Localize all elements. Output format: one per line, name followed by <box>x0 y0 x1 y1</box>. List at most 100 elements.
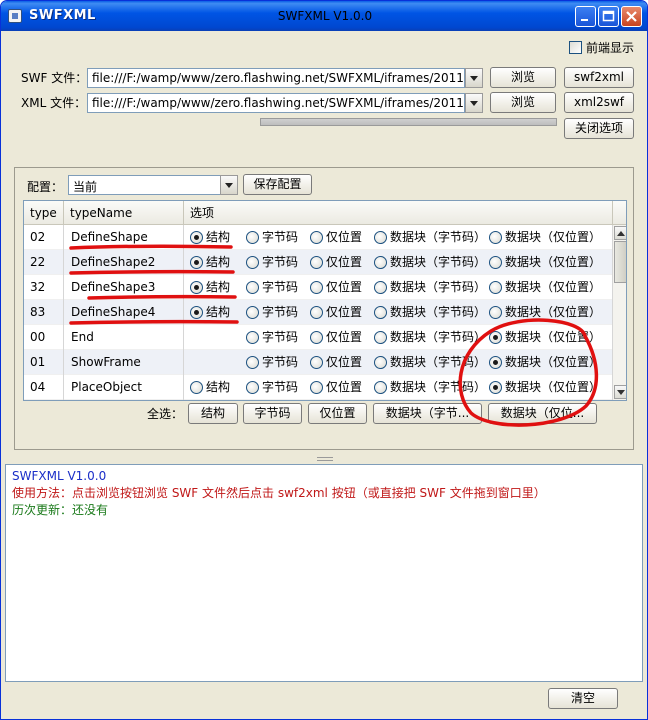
option-radio[interactable] <box>310 281 323 294</box>
option-radio[interactable] <box>489 256 502 269</box>
option-label[interactable]: 数据块（仅位置） <box>505 225 601 250</box>
table-row[interactable]: 01 ShowFrame 字节码 仅位置 数据块（字节码） 数据块（仅位置） <box>24 350 612 375</box>
option-radio[interactable] <box>190 381 203 394</box>
table-row[interactable]: 83 DefineShape4 结构 字节码 仅位置 数据块（字节码） 数据块（仅位置） <box>24 300 612 325</box>
vertical-scrollbar[interactable] <box>612 225 626 400</box>
scroll-down-button[interactable] <box>614 385 626 399</box>
option-radio[interactable] <box>190 256 203 269</box>
option-label[interactable]: 数据块（仅位置） <box>505 275 601 300</box>
column-header-options[interactable]: 选项 <box>184 201 612 225</box>
save-config-button[interactable]: 保存配置 <box>243 174 312 195</box>
table-row[interactable]: 22 DefineShape2 结构 字节码 仅位置 数据块（字节码） 数据块（仅位置） <box>24 250 612 275</box>
option-label[interactable]: 仅位置 <box>326 275 362 300</box>
option-label[interactable]: 字节码 <box>262 300 298 325</box>
option-radio[interactable] <box>310 231 323 244</box>
option-label[interactable]: 数据块（仅位置） <box>505 350 601 375</box>
select-all-struct-button[interactable]: 结构 <box>188 403 238 424</box>
table-row[interactable]: 02 DefineShape 结构 字节码 仅位置 数据块（字节码） 数据块（仅位置） <box>24 225 612 250</box>
option-label[interactable]: 仅位置 <box>326 325 362 350</box>
swf-path-dropdown[interactable] <box>465 68 483 88</box>
table-row[interactable]: 04 PlaceObject 结构 字节码 仅位置 数据块（字节码） 数据块（仅位置） <box>24 375 612 400</box>
option-label[interactable]: 数据块（字节码） <box>390 225 486 250</box>
option-radio[interactable] <box>374 381 387 394</box>
option-radio[interactable] <box>374 281 387 294</box>
option-label[interactable]: 字节码 <box>262 250 298 275</box>
close-options-button[interactable]: 关闭选项 <box>564 118 634 139</box>
option-label[interactable]: 字节码 <box>262 275 298 300</box>
option-radio[interactable] <box>489 306 502 319</box>
option-label[interactable]: 数据块（字节码） <box>390 275 486 300</box>
option-label[interactable]: 字节码 <box>262 375 298 400</box>
option-label[interactable]: 结构 <box>206 225 230 250</box>
option-label[interactable]: 数据块（字节码） <box>390 300 486 325</box>
option-radio[interactable] <box>489 356 502 369</box>
option-radio[interactable] <box>374 256 387 269</box>
option-radio[interactable] <box>246 281 259 294</box>
option-label[interactable]: 结构 <box>206 300 230 325</box>
always-on-top-checkbox[interactable] <box>569 41 582 54</box>
option-radio[interactable] <box>374 356 387 369</box>
option-radio[interactable] <box>190 281 203 294</box>
option-radio[interactable] <box>374 331 387 344</box>
option-radio[interactable] <box>190 306 203 319</box>
option-label[interactable]: 数据块（字节码） <box>390 350 486 375</box>
select-all-datablock-position-button[interactable]: 数据块（仅位... <box>488 403 597 424</box>
table-row[interactable]: 32 DefineShape3 结构 字节码 仅位置 数据块（字节码） 数据块（仅位置） <box>24 275 612 300</box>
option-radio[interactable] <box>246 381 259 394</box>
option-radio[interactable] <box>489 231 502 244</box>
option-radio[interactable] <box>489 381 502 394</box>
option-label[interactable]: 字节码 <box>262 325 298 350</box>
option-radio[interactable] <box>374 306 387 319</box>
option-label[interactable]: 数据块（仅位置） <box>505 300 601 325</box>
option-radio[interactable] <box>246 356 259 369</box>
option-radio[interactable] <box>310 381 323 394</box>
column-header-typename[interactable]: typeName <box>64 201 184 225</box>
xml2swf-button[interactable]: xml2swf <box>564 92 634 113</box>
select-all-position-button[interactable]: 仅位置 <box>308 403 367 424</box>
option-radio[interactable] <box>246 331 259 344</box>
xml-browse-button[interactable]: 浏览 <box>490 92 556 113</box>
select-all-bytecode-button[interactable]: 字节码 <box>243 403 302 424</box>
option-radio[interactable] <box>310 356 323 369</box>
scroll-thumb[interactable] <box>614 241 626 283</box>
select-all-datablock-bytecode-button[interactable]: 数据块（字节... <box>373 403 482 424</box>
option-label[interactable]: 结构 <box>206 275 230 300</box>
option-radio[interactable] <box>489 331 502 344</box>
option-radio[interactable] <box>374 231 387 244</box>
option-label[interactable]: 字节码 <box>262 350 298 375</box>
option-radio[interactable] <box>246 306 259 319</box>
option-radio[interactable] <box>310 256 323 269</box>
option-label[interactable]: 结构 <box>206 375 230 400</box>
option-label[interactable]: 数据块（仅位置） <box>505 375 601 400</box>
xml-path-field[interactable]: file:///F:/wamp/www/zero.flashwing.net/S… <box>87 93 465 113</box>
option-radio[interactable] <box>246 231 259 244</box>
option-label[interactable]: 仅位置 <box>326 250 362 275</box>
xml-path-dropdown[interactable] <box>465 93 483 113</box>
always-on-top-toggle[interactable]: 前端显示 <box>569 39 634 56</box>
option-radio[interactable] <box>246 256 259 269</box>
option-radio[interactable] <box>489 281 502 294</box>
scroll-up-button[interactable] <box>614 226 626 240</box>
option-label[interactable]: 数据块（仅位置） <box>505 325 601 350</box>
option-radio[interactable] <box>310 306 323 319</box>
option-label[interactable]: 仅位置 <box>326 300 362 325</box>
table-row[interactable]: 00 End 字节码 仅位置 数据块（字节码） 数据块（仅位置） <box>24 325 612 350</box>
option-label[interactable]: 数据块（字节码） <box>390 250 486 275</box>
option-label[interactable]: 数据块（字节码） <box>390 325 486 350</box>
config-dropdown-button[interactable] <box>220 175 238 195</box>
option-label[interactable]: 仅位置 <box>326 225 362 250</box>
option-label[interactable]: 仅位置 <box>326 375 362 400</box>
option-label[interactable]: 数据块（仅位置） <box>505 250 601 275</box>
swf-path-field[interactable]: file:///F:/wamp/www/zero.flashwing.net/S… <box>87 68 465 88</box>
option-label[interactable]: 数据块（字节码） <box>390 375 486 400</box>
config-select[interactable]: 当前 <box>68 175 238 195</box>
column-header-type[interactable]: type <box>24 201 64 225</box>
swf2xml-button[interactable]: swf2xml <box>564 67 634 88</box>
option-label[interactable]: 字节码 <box>262 225 298 250</box>
option-label[interactable]: 结构 <box>206 250 230 275</box>
swf-browse-button[interactable]: 浏览 <box>490 67 556 88</box>
option-radio[interactable] <box>310 331 323 344</box>
option-radio[interactable] <box>190 231 203 244</box>
option-label[interactable]: 仅位置 <box>326 350 362 375</box>
splitter-grip-icon[interactable] <box>317 457 333 461</box>
